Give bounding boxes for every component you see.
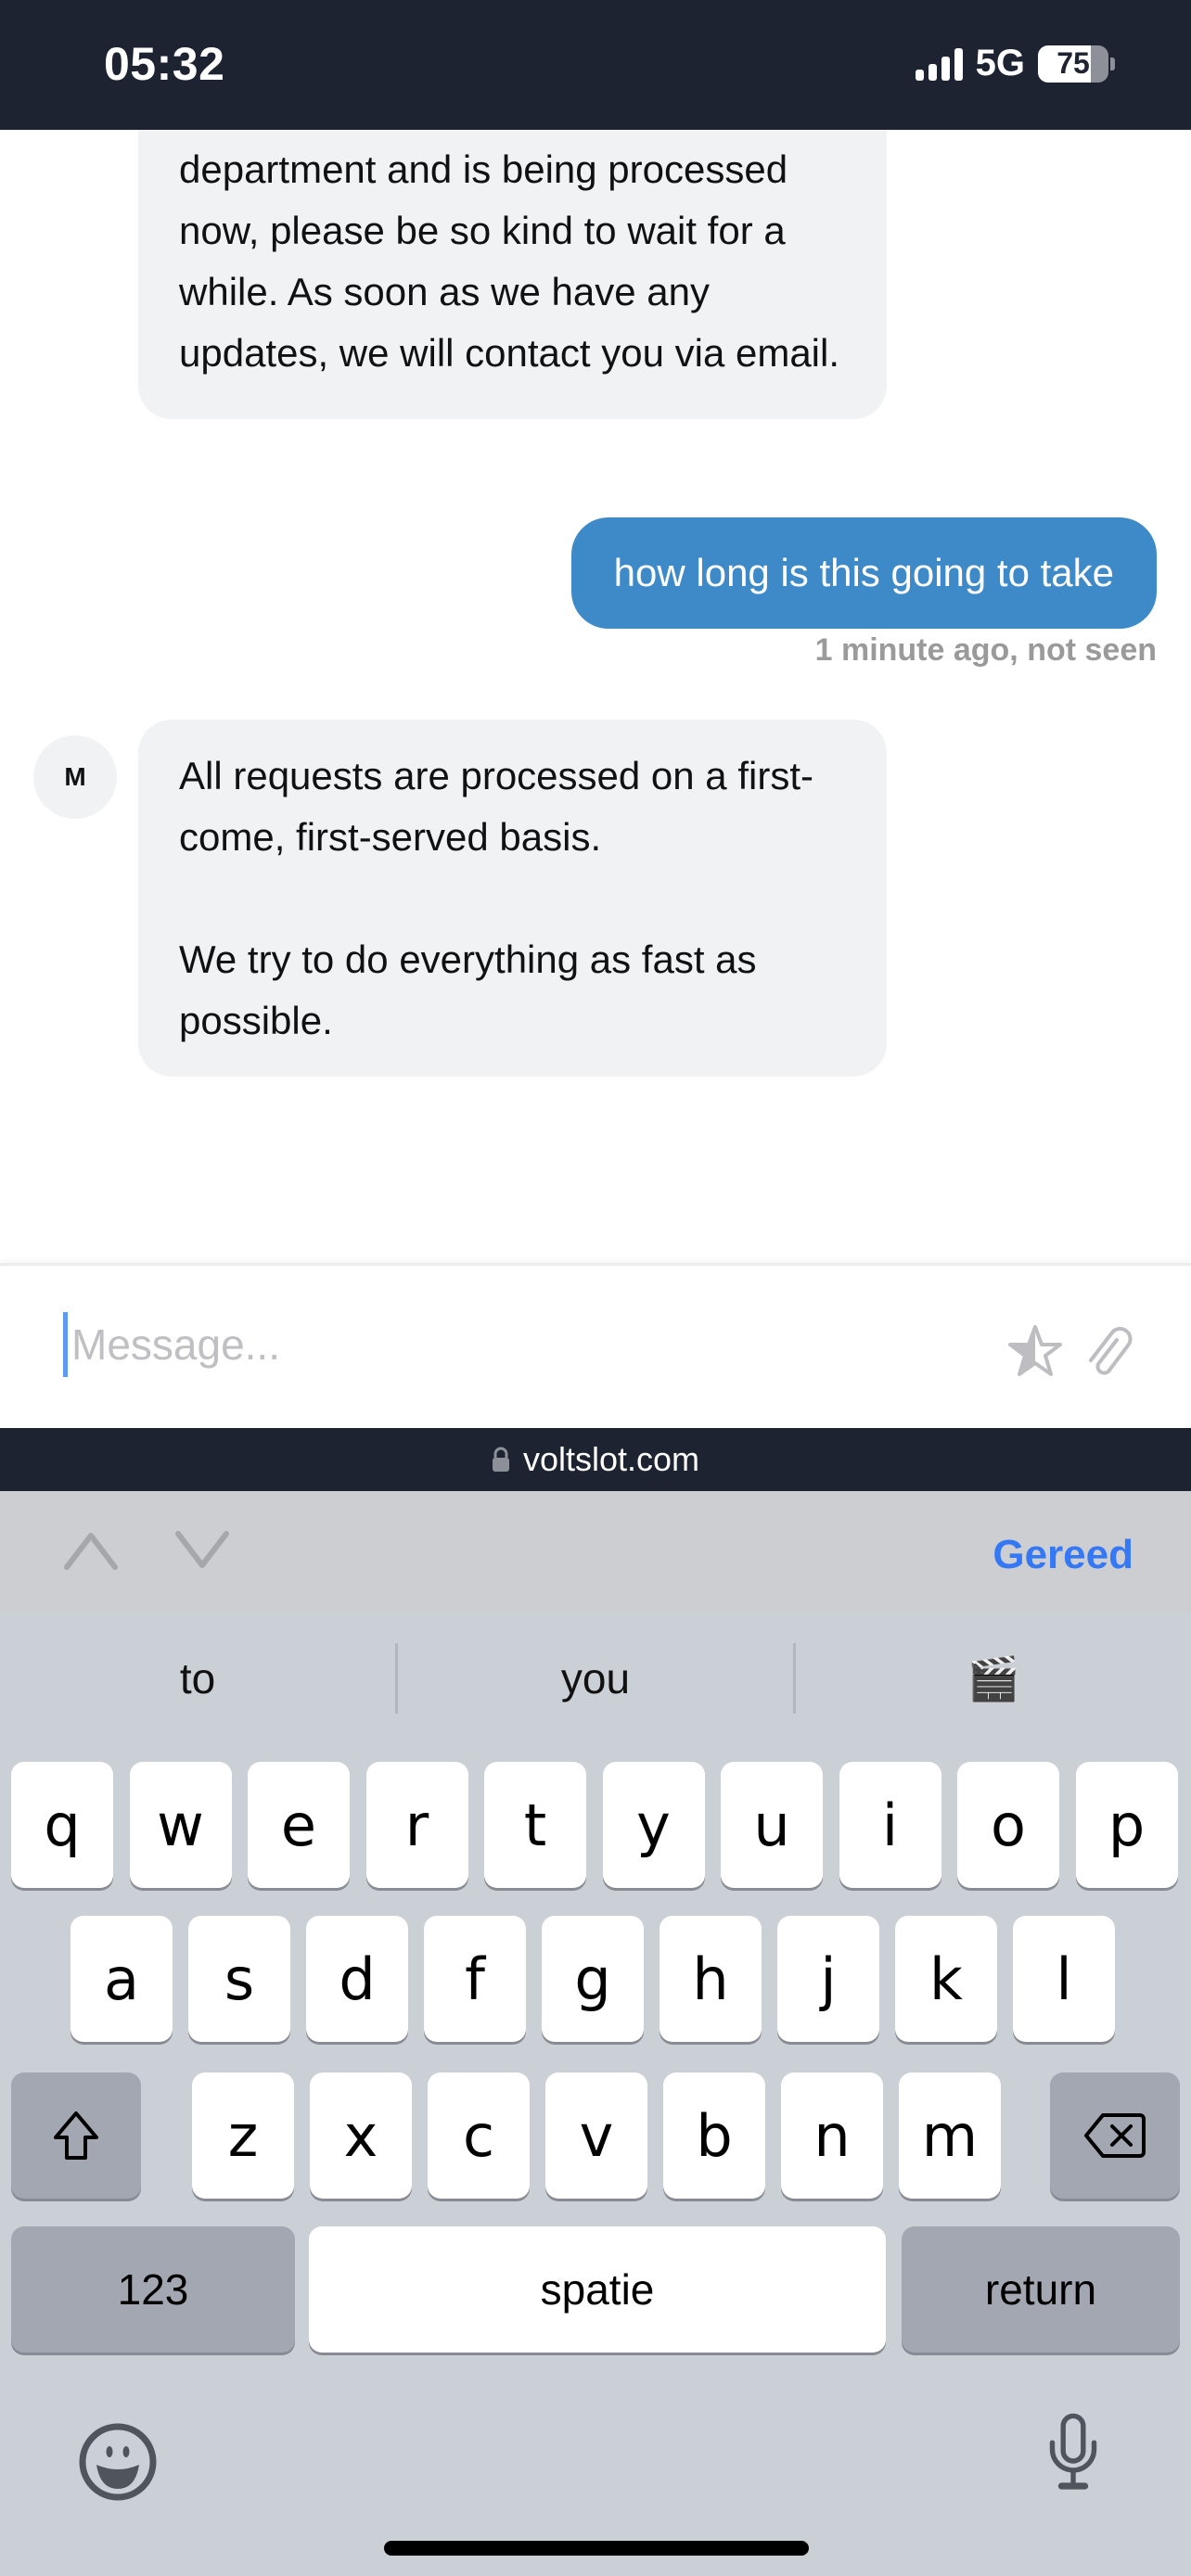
chat-thread[interactable]: department and is being processed now, p…	[0, 93, 1191, 1263]
message-composer	[0, 1263, 1191, 1428]
key-n[interactable]: n	[781, 2072, 883, 2199]
key-w[interactable]: w	[129, 1762, 232, 1888]
paperclip-icon[interactable]	[1080, 1321, 1139, 1381]
key-t[interactable]: t	[484, 1762, 586, 1888]
status-time: 05:32	[104, 38, 225, 90]
status-bar: 05:32 5G 75	[0, 0, 1191, 130]
emoji-icon[interactable]	[76, 2420, 160, 2504]
message-text: All requests are processed on a first-co…	[179, 754, 813, 859]
star-half-icon[interactable]	[1005, 1321, 1065, 1381]
key-g[interactable]: g	[542, 1916, 644, 2042]
key-j[interactable]: j	[777, 1916, 879, 2042]
home-indicator[interactable]	[384, 2541, 809, 2556]
status-indicators: 5G 75	[915, 43, 1115, 84]
lock-icon	[492, 1447, 509, 1472]
suggestion-item[interactable]: you	[395, 1643, 793, 1714]
keyboard-toolbar: Gereed	[0, 1491, 1191, 1613]
key-f[interactable]: f	[424, 1916, 526, 2042]
return-key[interactable]: return	[902, 2226, 1180, 2353]
backspace-key[interactable]	[1050, 2072, 1180, 2199]
key-h[interactable]: h	[660, 1916, 762, 2042]
key-q[interactable]: q	[11, 1762, 113, 1888]
message-input[interactable]	[63, 1312, 898, 1377]
keyboard: to you 🎬 qwertyuiopasdfghjklzxcvbnm 123 …	[0, 1613, 1191, 2576]
key-e[interactable]: e	[248, 1762, 350, 1888]
shift-key[interactable]	[11, 2072, 141, 2199]
battery-icon: 75	[1038, 45, 1108, 83]
numbers-key[interactable]: 123	[11, 2226, 295, 2353]
user-message: how long is this going to take	[570, 517, 1157, 629]
key-b[interactable]: b	[663, 2072, 765, 2199]
backspace-icon	[1084, 2113, 1146, 2158]
network-type: 5G	[975, 43, 1025, 83]
key-a[interactable]: a	[70, 1916, 173, 2042]
message-text: department and is being processed now, p…	[179, 147, 840, 375]
message-status: 1 minute ago, not seen	[814, 632, 1157, 668]
key-z[interactable]: z	[192, 2072, 294, 2199]
suggestion-item[interactable]: to	[0, 1643, 395, 1714]
key-u[interactable]: u	[721, 1762, 823, 1888]
url-domain: voltslot.com	[522, 1440, 700, 1478]
key-y[interactable]: y	[602, 1762, 705, 1888]
key-k[interactable]: k	[895, 1916, 997, 2042]
suggestion-bar: to you 🎬	[0, 1613, 1191, 1743]
key-d[interactable]: d	[306, 1916, 408, 2042]
url-bar[interactable]: voltslot.com	[0, 1428, 1191, 1491]
message-text: how long is this going to take	[613, 551, 1114, 594]
signal-icon	[915, 47, 963, 81]
chevron-down-icon[interactable]	[173, 1526, 232, 1575]
key-m[interactable]: m	[899, 2072, 1001, 2199]
key-c[interactable]: c	[428, 2072, 530, 2199]
key-o[interactable]: o	[957, 1762, 1059, 1888]
key-l[interactable]: l	[1013, 1916, 1115, 2042]
battery-nub	[1110, 57, 1115, 70]
key-x[interactable]: x	[310, 2072, 412, 2199]
chevron-up-icon[interactable]	[61, 1526, 121, 1575]
agent-avatar: M	[33, 735, 117, 819]
agent-message: department and is being processed now, p…	[138, 93, 887, 419]
shift-icon	[54, 2111, 98, 2160]
message-text: We try to do everything as fast as possi…	[179, 937, 757, 1042]
key-i[interactable]: i	[839, 1762, 941, 1888]
key-v[interactable]: v	[545, 2072, 647, 2199]
done-button[interactable]: Gereed	[992, 1532, 1133, 1578]
key-p[interactable]: p	[1075, 1762, 1178, 1888]
key-r[interactable]: r	[365, 1762, 468, 1888]
suggestion-emoji[interactable]: 🎬	[793, 1643, 1191, 1714]
microphone-icon[interactable]	[1031, 2411, 1115, 2494]
agent-message: All requests are processed on a first-co…	[138, 720, 887, 1077]
key-s[interactable]: s	[188, 1916, 290, 2042]
battery-level: 75	[1057, 46, 1090, 80]
space-key[interactable]: spatie	[309, 2226, 886, 2353]
